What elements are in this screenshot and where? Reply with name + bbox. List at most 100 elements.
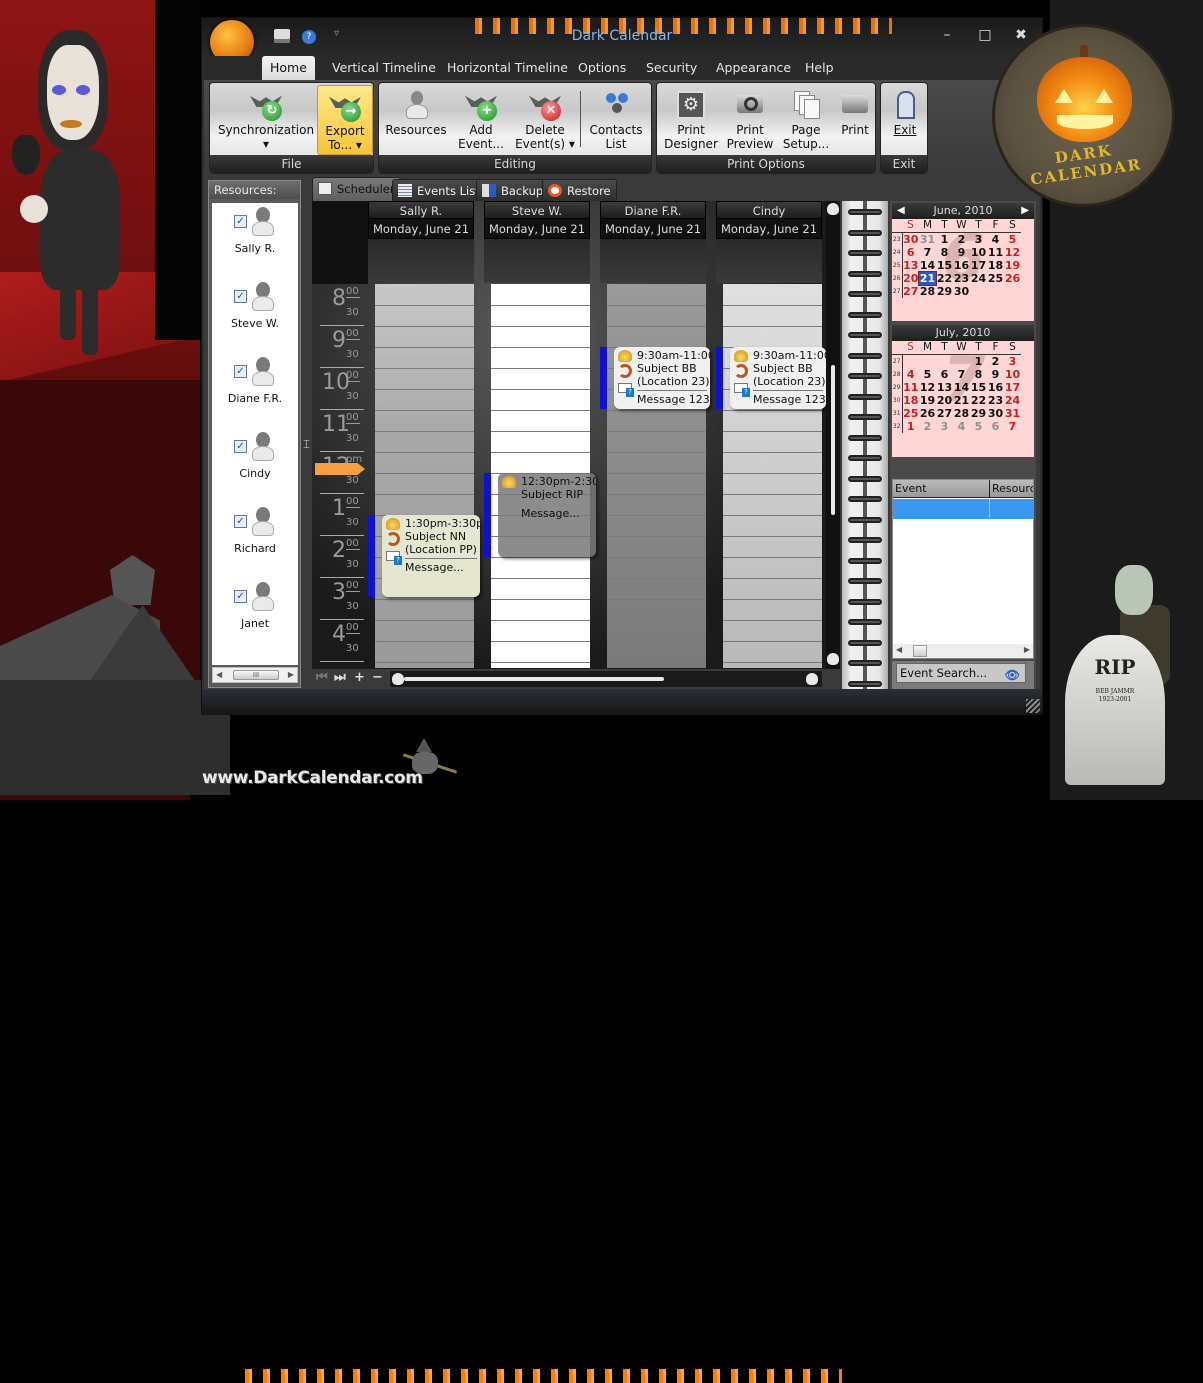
calendar-day[interactable]: 24 (1004, 394, 1021, 407)
remove-button[interactable]: − (372, 670, 383, 685)
calendar-day[interactable]: 21 (918, 270, 937, 286)
column-header-resource[interactable]: Resource (990, 480, 1033, 498)
calendar-day[interactable]: 22 (970, 394, 987, 407)
calendar-day[interactable]: 12 (1004, 246, 1021, 259)
resources-button[interactable]: Resources (383, 85, 449, 155)
calendar-day[interactable]: 9 (953, 246, 970, 259)
calendar-day[interactable]: 23 (987, 394, 1004, 407)
resource-item[interactable]: ✓ Sally R. (212, 205, 298, 265)
resource-item[interactable]: ✓ Steve W. (212, 280, 298, 340)
calendar-day[interactable]: 6 (936, 368, 953, 381)
calendar-day[interactable]: 15 (970, 381, 987, 394)
calendar-day[interactable]: 1 (936, 232, 953, 246)
resource-checkbox[interactable]: ✓ (234, 590, 247, 603)
calendar-day[interactable]: 26 (919, 407, 936, 420)
tab-horizontal-timeline[interactable]: Horizontal Timeline (439, 56, 576, 80)
tab-home[interactable]: Home (262, 56, 315, 80)
delete-events-button[interactable]: ✕ Delete Event(s) ▾ (513, 85, 577, 155)
export-to-button[interactable]: → Export To... ▾ (317, 85, 373, 155)
all-day-area[interactable] (600, 239, 706, 283)
calendar-day[interactable]: 1 (970, 354, 987, 368)
calendar-day[interactable]: 3 (970, 232, 987, 246)
calendar-day[interactable]: 28 (953, 407, 970, 420)
time-slots[interactable] (723, 284, 822, 668)
maximize-button[interactable]: □ (972, 24, 998, 46)
calendar-day[interactable]: 6 (987, 420, 1004, 433)
calendar-day[interactable]: 27 (936, 407, 953, 420)
last-button[interactable]: ⏭ (334, 670, 346, 685)
appointment[interactable]: 1:30pm-3:30pm Subject NN (Location PP) M… (382, 515, 480, 597)
calendar-day[interactable]: 30 (987, 407, 1004, 420)
add-event-button[interactable]: + Add Event... (451, 85, 511, 155)
calendar-day[interactable]: 6 (902, 246, 919, 259)
calendar-day[interactable]: 2 (987, 354, 1004, 368)
calendar-day[interactable]: 15 (936, 259, 953, 272)
calendar-day[interactable]: 18 (902, 394, 919, 407)
page-setup-button[interactable]: Page Setup... (779, 85, 833, 155)
scroll-thumb[interactable]: III (233, 670, 279, 680)
tab-help[interactable]: Help (797, 56, 842, 80)
resource-item[interactable]: ✓ Cindy (212, 430, 298, 490)
resources-horizontal-scrollbar[interactable]: ◀ III ▶ (212, 667, 298, 683)
skull-scroll-right-icon[interactable] (806, 673, 818, 685)
calendar-day[interactable]: 31 (919, 232, 936, 246)
tab-restore[interactable]: Restore (542, 179, 617, 201)
calendar-day[interactable]: 25 (987, 272, 1004, 285)
calendar-day[interactable]: 14 (953, 381, 970, 394)
scheduler-vertical-scrollbar[interactable] (826, 201, 840, 669)
calendar-day[interactable]: 4 (987, 232, 1004, 246)
tab-appearance[interactable]: Appearance (708, 56, 799, 80)
scroll-thumb[interactable] (913, 645, 927, 657)
resize-grip[interactable] (1026, 699, 1040, 713)
calendar-day[interactable]: 3 (936, 420, 953, 433)
horizontal-scrollbar[interactable] (390, 671, 822, 687)
tab-security[interactable]: Security (638, 56, 705, 80)
print-preview-button[interactable]: Print Preview (723, 85, 777, 155)
calendar-day[interactable]: 2 (919, 420, 936, 433)
calendar-day[interactable]: 20 (936, 394, 953, 407)
next-month-arrow[interactable]: ▶ (1021, 203, 1029, 219)
contacts-list-button[interactable]: Contacts List (583, 85, 649, 155)
scroll-left-icon[interactable]: ◀ (216, 670, 222, 679)
calendar-day[interactable]: 12 (919, 381, 936, 394)
tab-events-list[interactable]: Events List (392, 179, 486, 201)
scroll-right-icon[interactable]: ▶ (1024, 645, 1030, 654)
calendar-day[interactable]: 5 (1004, 232, 1021, 246)
calendar-day[interactable]: 17 (970, 259, 987, 272)
calendar-day[interactable]: 11 (902, 381, 919, 394)
exit-button[interactable]: Exit (883, 85, 927, 155)
scroll-left-icon[interactable]: ◀ (896, 645, 902, 654)
calendar-day[interactable]: 29 (970, 407, 987, 420)
calendar-day[interactable]: 3 (1004, 354, 1021, 368)
scroll-right-icon[interactable]: ▶ (288, 670, 294, 679)
bone-scroll-thumb[interactable] (831, 365, 835, 515)
appointment[interactable]: 12:30pm-2:30pm Subject RIP Message... (498, 473, 596, 557)
tab-scheduler[interactable]: Scheduler (312, 177, 401, 201)
calendar-day[interactable]: 13 (936, 381, 953, 394)
calendar-day[interactable]: 8 (970, 368, 987, 381)
appointment[interactable]: 9:30am-11:00am Subject BB (Location 23) … (730, 347, 826, 409)
calendar-day[interactable]: 16 (953, 259, 970, 272)
tab-backup[interactable]: Backup (476, 179, 550, 201)
calendar-day[interactable]: 11 (987, 246, 1004, 259)
calendar-day[interactable]: 10 (1004, 368, 1021, 381)
minimize-button[interactable]: – (934, 24, 960, 46)
skull-scroll-left-icon[interactable] (392, 673, 404, 685)
calendar-day[interactable]: 14 (919, 259, 936, 272)
resource-checkbox[interactable]: ✓ (234, 440, 247, 453)
synchronization-button[interactable]: ↻ Synchronization ▾ (216, 85, 316, 155)
calendar-day[interactable]: 24 (970, 272, 987, 285)
selected-row[interactable] (893, 499, 1033, 519)
calendar-day[interactable]: 7 (953, 368, 970, 381)
calendar-day[interactable]: 16 (987, 381, 1004, 394)
panel-splitter-handle[interactable]: ⌶ (303, 437, 310, 455)
resource-checkbox[interactable]: ✓ (234, 515, 247, 528)
resource-checkbox[interactable]: ✓ (234, 365, 247, 378)
tab-options[interactable]: Options (570, 56, 634, 80)
resource-checkbox[interactable]: ✓ (234, 290, 247, 303)
calendar-day[interactable]: 9 (987, 368, 1004, 381)
skull-scroll-down-icon[interactable] (827, 653, 839, 665)
calendar-day[interactable]: 4 (953, 420, 970, 433)
calendar-day[interactable]: 27 (902, 285, 919, 298)
calendar-day[interactable]: 4 (902, 368, 919, 381)
